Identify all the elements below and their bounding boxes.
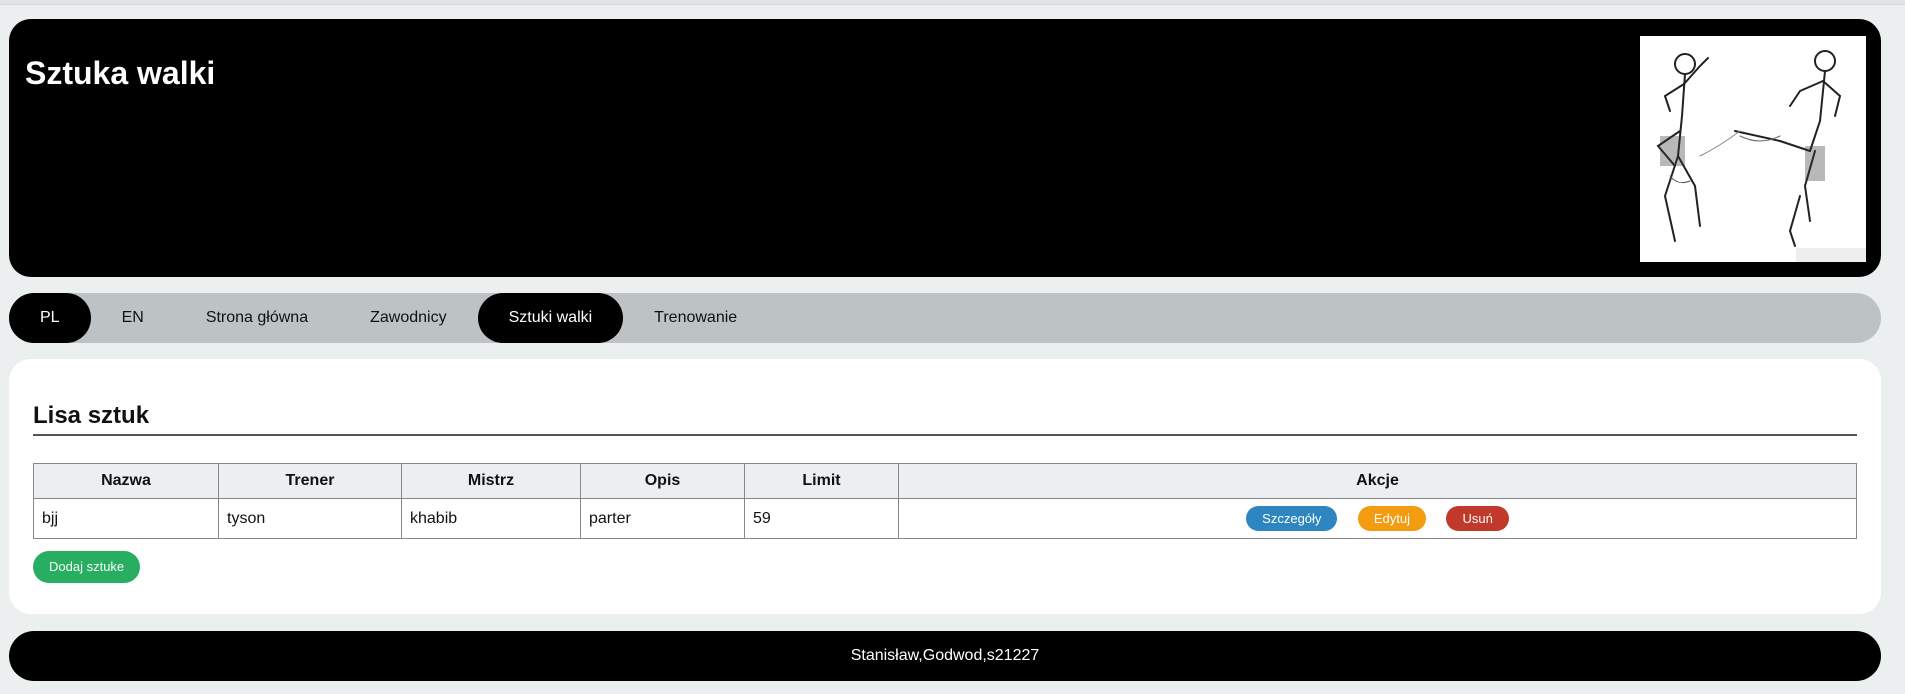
- nav-martial-arts[interactable]: Sztuki walki: [477, 293, 624, 343]
- page-title: Lisa sztuk: [33, 402, 1857, 436]
- site-title: Sztuka walki: [25, 55, 216, 91]
- nav-lang-en[interactable]: EN: [91, 293, 175, 343]
- nav-training[interactable]: Trenowanie: [623, 293, 768, 343]
- column-header-actions: Akcje: [898, 463, 1857, 499]
- cell-master: khabib: [401, 498, 581, 539]
- main-nav: PL EN Strona główna Zawodnicy Sztuki wal…: [9, 293, 1881, 343]
- top-strip: [0, 0, 1905, 5]
- page-footer: Stanisław,Godwod,s21227: [9, 631, 1881, 681]
- cell-actions: Szczegóły Edytuj Usuń: [898, 498, 1857, 539]
- column-header-limit: Limit: [744, 463, 899, 499]
- nav-fighters[interactable]: Zawodnicy: [339, 293, 477, 343]
- cell-description: parter: [580, 498, 745, 539]
- details-button[interactable]: Szczegóły: [1246, 506, 1338, 531]
- kickboxing-sketch-icon: [1656, 50, 1866, 262]
- column-header-description: Opis: [580, 463, 745, 499]
- column-header-name: Nazwa: [33, 463, 219, 499]
- table-header-row: Nazwa Trener Mistrz Opis Limit Akcje: [33, 463, 1857, 499]
- main-content: Lisa sztuk Nazwa Trener Mistrz Opis Limi…: [9, 359, 1881, 614]
- martial-arts-table: Nazwa Trener Mistrz Opis Limit Akcje bjj…: [33, 463, 1857, 539]
- cell-trainer: tyson: [218, 498, 402, 539]
- delete-button[interactable]: Usuń: [1446, 506, 1509, 531]
- add-art-button[interactable]: Dodaj sztuke: [33, 551, 141, 583]
- footer-text: Stanisław,Godwod,s21227: [850, 647, 1040, 664]
- column-header-trainer: Trener: [218, 463, 402, 499]
- table-row: bjj tyson khabib parter 59 Szczegóły Edy…: [33, 498, 1857, 539]
- cell-name: bjj: [33, 498, 219, 539]
- column-header-master: Mistrz: [401, 463, 581, 499]
- page-header: Sztuka walki: [9, 19, 1881, 277]
- cell-limit: 59: [744, 498, 899, 539]
- header-fighters-image: [1640, 36, 1866, 262]
- nav-lang-pl[interactable]: PL: [9, 293, 91, 343]
- nav-home[interactable]: Strona główna: [175, 293, 339, 343]
- edit-button[interactable]: Edytuj: [1357, 506, 1427, 531]
